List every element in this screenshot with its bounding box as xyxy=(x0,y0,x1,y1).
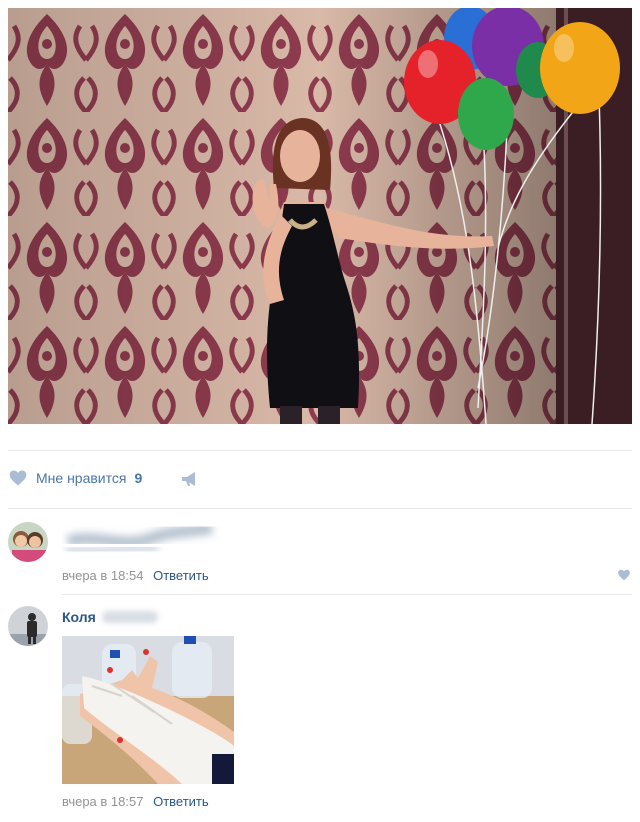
heart-icon xyxy=(9,470,27,486)
like-label: Мне нравится xyxy=(36,470,127,486)
comment-item: вчера в 18:54 Ответить xyxy=(8,522,632,592)
like-count: 9 xyxy=(134,470,143,486)
comment-item: Коля вчера в 18:57 Ответить xyxy=(8,606,632,816)
author-surname-redacted xyxy=(101,611,158,623)
divider xyxy=(8,450,632,451)
comment-time[interactable]: вчера в 18:57 xyxy=(62,794,143,809)
share-megaphone-icon[interactable] xyxy=(180,470,200,488)
post-photo[interactable] xyxy=(8,8,632,424)
reply-link[interactable]: Ответить xyxy=(153,794,209,809)
divider xyxy=(62,594,632,595)
comment-meta: вчера в 18:57 Ответить xyxy=(62,794,209,809)
post-actions-bar: Мне нравится 9 xyxy=(8,462,632,496)
author-row: Коля xyxy=(62,606,158,628)
divider xyxy=(8,508,632,509)
author-name-redacted xyxy=(62,522,222,560)
avatar[interactable] xyxy=(8,522,48,562)
avatar[interactable] xyxy=(8,606,48,646)
like-button[interactable]: Мне нравится 9 xyxy=(8,468,142,488)
attached-photo[interactable] xyxy=(62,636,234,784)
comment-meta: вчера в 18:54 Ответить xyxy=(62,568,209,583)
author-name[interactable]: Коля xyxy=(62,609,96,625)
comment-time[interactable]: вчера в 18:54 xyxy=(62,568,143,583)
reply-link[interactable]: Ответить xyxy=(153,568,209,583)
comment-like-heart-icon[interactable] xyxy=(616,568,632,582)
